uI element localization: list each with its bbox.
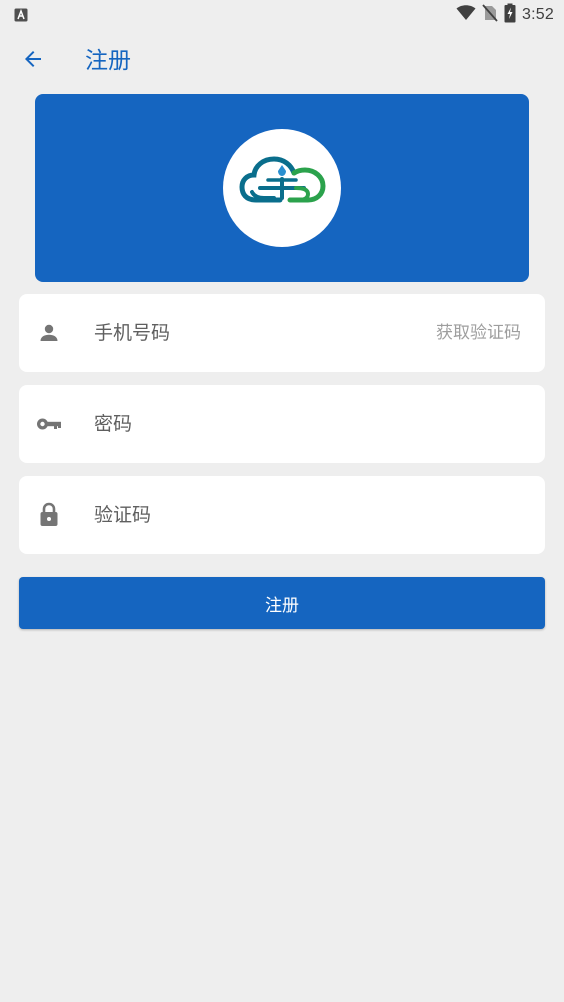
a-letter-icon <box>14 7 28 22</box>
status-time: 3:52 <box>522 6 554 23</box>
banner <box>35 94 529 282</box>
page-title: 注册 <box>85 48 131 74</box>
phone-input[interactable] <box>94 313 414 353</box>
app-bar: 注册 <box>0 30 564 92</box>
code-input[interactable] <box>94 495 414 535</box>
status-icons: 3:52 <box>456 3 554 27</box>
cloud-logo-icon <box>234 154 330 222</box>
phone-row: 获取验证码 <box>19 294 545 372</box>
person-icon <box>35 319 63 347</box>
code-row <box>19 476 545 554</box>
key-icon <box>35 410 63 438</box>
password-input[interactable] <box>94 404 414 444</box>
battery-charging-icon <box>504 3 516 27</box>
back-button[interactable] <box>18 46 48 76</box>
lock-icon <box>35 501 63 529</box>
register-button[interactable]: 注册 <box>19 577 545 629</box>
logo <box>223 129 341 247</box>
password-row <box>19 385 545 463</box>
wifi-icon <box>456 5 476 25</box>
get-code-button[interactable]: 获取验证码 <box>436 321 521 345</box>
no-sim-icon <box>482 4 498 26</box>
status-bar: 3:52 <box>0 0 564 30</box>
arrow-left-icon <box>21 47 45 75</box>
